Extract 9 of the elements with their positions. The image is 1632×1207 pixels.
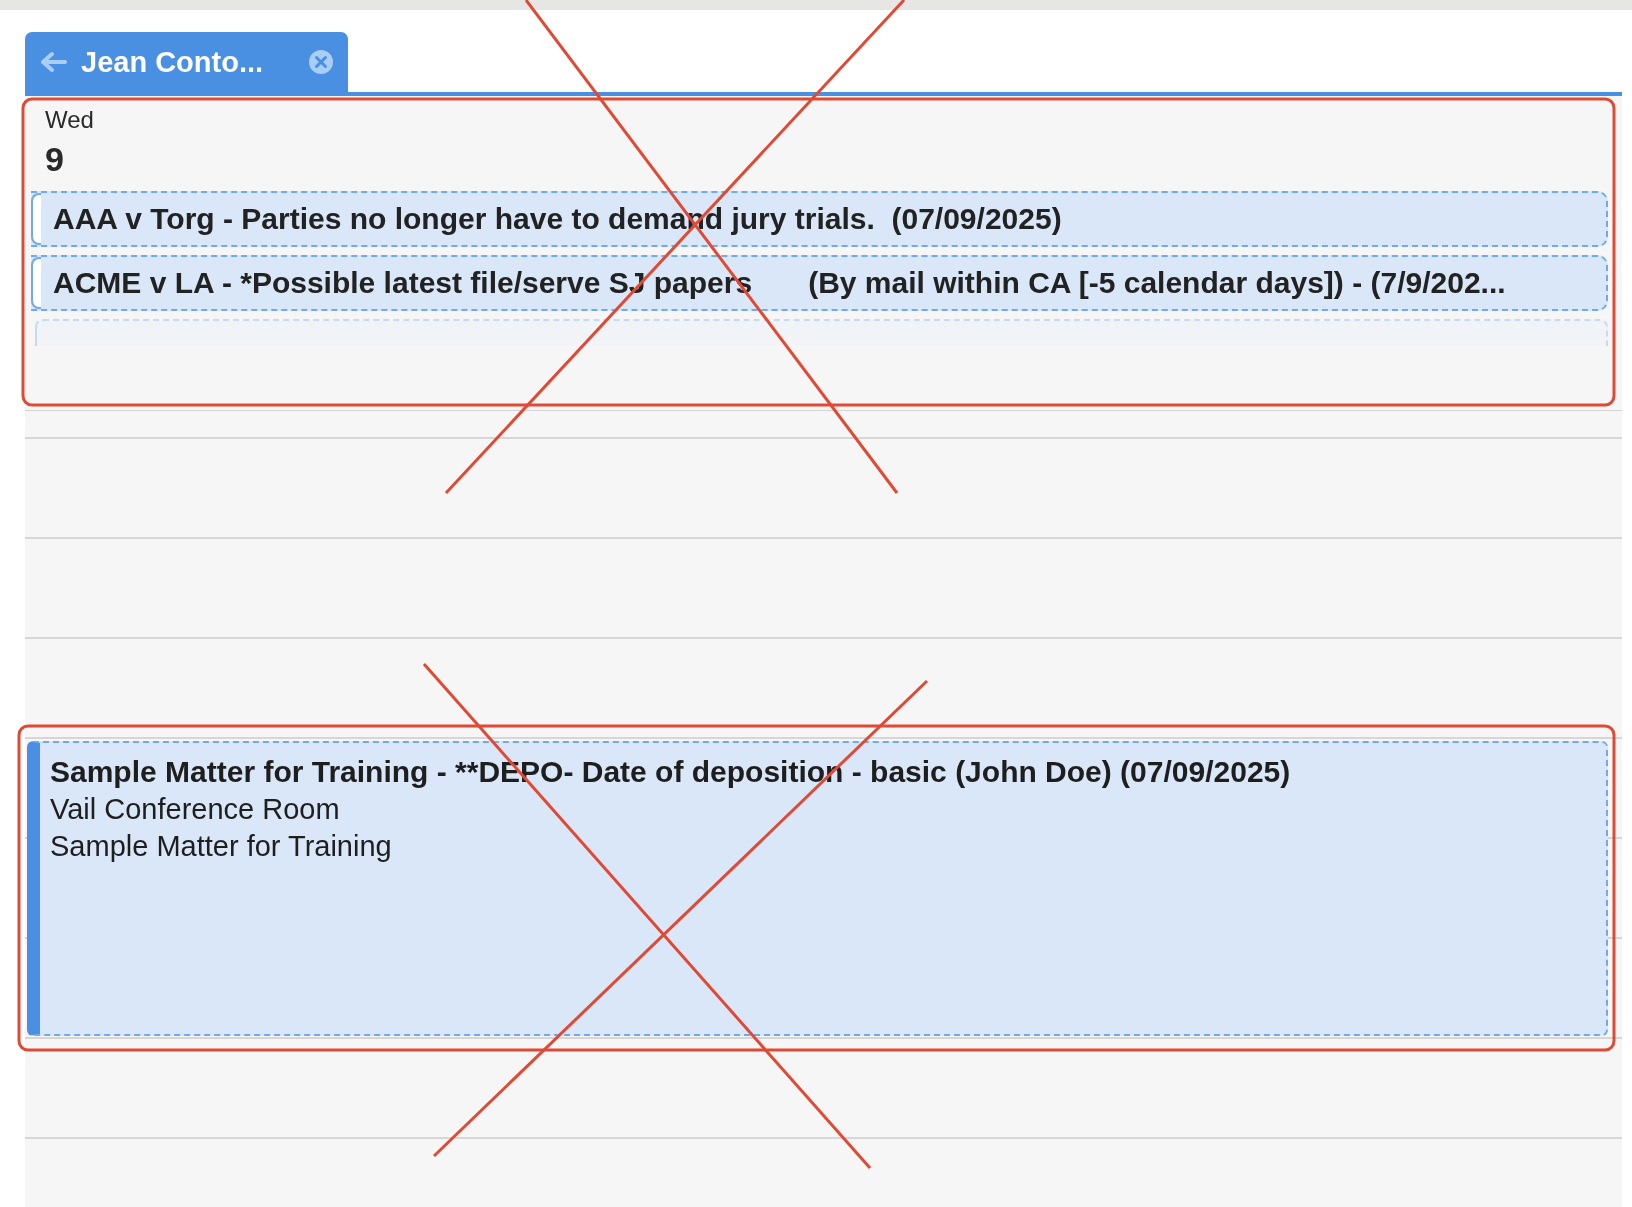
close-icon[interactable]	[308, 49, 334, 75]
event-marker	[31, 193, 41, 245]
weekday-label: Wed	[44, 106, 95, 134]
event-detail: Sample Matter for Training	[50, 829, 393, 864]
event-detail: Vail Conference Room	[50, 792, 341, 827]
event-marker	[31, 257, 41, 309]
date-number: 9	[44, 140, 65, 179]
event-title: (By mail within CA [-5 calendar days]) - (7/9/202...	[808, 266, 1506, 300]
back-arrow-icon[interactable]	[41, 51, 67, 73]
